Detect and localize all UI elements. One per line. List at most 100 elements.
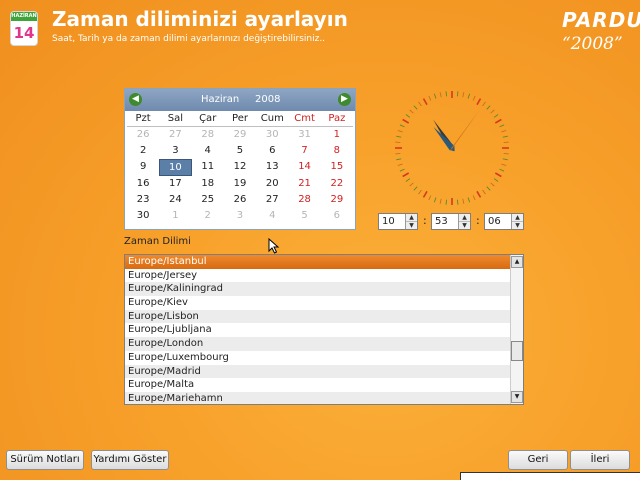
scrollbar-thumb[interactable] xyxy=(511,341,523,361)
spin-up-icon[interactable]: ▲ xyxy=(459,214,470,222)
calendar-day-cell[interactable]: 25 xyxy=(192,192,224,208)
scroll-down-icon[interactable]: ▼ xyxy=(511,391,523,403)
clock-tick xyxy=(462,92,465,98)
calendar-day-cell[interactable]: 27 xyxy=(159,127,191,143)
timezone-item[interactable]: Europe/Kaliningrad xyxy=(125,282,511,297)
timezone-item[interactable]: Europe/Jersey xyxy=(125,269,511,283)
clock-tick xyxy=(502,158,508,161)
calendar-day-cell[interactable]: 12 xyxy=(224,159,256,175)
arrow-right-icon[interactable]: ▶ xyxy=(338,93,351,106)
clock-tick xyxy=(413,186,418,191)
calendar-day-cell[interactable]: 3 xyxy=(159,143,191,159)
clock-tick xyxy=(490,109,495,114)
calendar-day-cell[interactable]: 20 xyxy=(256,176,288,192)
calendar-day-cell[interactable]: 22 xyxy=(321,176,353,192)
clock-tick xyxy=(486,105,491,110)
clock-tick xyxy=(396,135,402,138)
timezone-item[interactable]: Europe/Mariehamn xyxy=(125,391,511,404)
calendar-day-cell[interactable]: 6 xyxy=(321,208,353,224)
clock-tick xyxy=(462,198,465,204)
clock-tick xyxy=(397,129,403,133)
calendar-day-cell[interactable]: 13 xyxy=(256,159,288,175)
calendar-day-cell[interactable]: 2 xyxy=(192,208,224,224)
calendar-day-cell[interactable]: 27 xyxy=(256,192,288,208)
scroll-up-icon[interactable]: ▲ xyxy=(511,256,523,268)
spin-down-icon[interactable]: ▼ xyxy=(406,222,417,230)
release-notes-button[interactable]: Sürüm Notları xyxy=(6,450,84,470)
spin-up-icon[interactable]: ▲ xyxy=(406,214,417,222)
timezone-item[interactable]: Europe/Istanbul xyxy=(125,255,511,269)
timezone-item[interactable]: Europe/London xyxy=(125,337,511,351)
calendar-day-cell[interactable]: 5 xyxy=(288,208,320,224)
calendar-day-cell[interactable]: 30 xyxy=(256,127,288,143)
back-button[interactable]: Geri xyxy=(508,450,568,470)
calendar-day-cell[interactable]: 28 xyxy=(192,127,224,143)
minute-spinbox[interactable]: 53 ▲ ▼ xyxy=(431,213,471,230)
timezone-item[interactable]: Europe/Kiev xyxy=(125,296,511,310)
clock-tick xyxy=(409,182,414,187)
hour-spinbox[interactable]: 10 ▲ ▼ xyxy=(378,213,418,230)
timezone-scrollbar[interactable]: ▲ ▼ xyxy=(510,255,523,404)
timezone-item[interactable]: Europe/Lisbon xyxy=(125,309,511,324)
calendar-day-cell[interactable]: 4 xyxy=(256,208,288,224)
clock-tick xyxy=(395,152,401,155)
arrow-left-icon[interactable]: ◀ xyxy=(129,93,142,106)
calendar-day-cell[interactable]: 9 xyxy=(127,159,159,175)
calendar-day-cell[interactable]: 23 xyxy=(127,192,159,208)
calendar-day-cell[interactable]: 29 xyxy=(224,127,256,143)
clock-tick xyxy=(482,189,486,195)
calendar-day-cell[interactable]: 31 xyxy=(288,127,320,143)
mouse-cursor-icon xyxy=(268,238,280,254)
clock-tick xyxy=(486,186,491,191)
calendar-day-cell[interactable]: 4 xyxy=(192,143,224,159)
clock-tick xyxy=(499,124,505,128)
hour-value: 10 xyxy=(382,216,395,227)
spin-up-icon[interactable]: ▲ xyxy=(512,214,523,222)
next-button[interactable]: İleri xyxy=(570,450,630,470)
calendar-day-cell[interactable]: 17 xyxy=(159,176,191,192)
timezone-item[interactable]: Europe/Ljubljana xyxy=(125,323,511,337)
timezone-item[interactable]: Europe/Luxembourg xyxy=(125,351,511,365)
calendar-day-cell[interactable]: 15 xyxy=(321,159,353,175)
calendar-year[interactable]: 2008 xyxy=(255,94,280,105)
show-help-button[interactable]: Yardımı Göster xyxy=(91,450,169,470)
clock-tick xyxy=(422,98,428,106)
calendar-day-cell[interactable]: 11 xyxy=(192,159,224,175)
calendar-day-cell[interactable]: 1 xyxy=(159,208,191,224)
calendar-day-cell[interactable]: 21 xyxy=(288,176,320,192)
calendar-day-cell[interactable]: 19 xyxy=(224,176,256,192)
calendar-day-cell[interactable]: 2 xyxy=(127,143,159,159)
calendar-day-cell[interactable]: 30 xyxy=(127,208,159,224)
clock-tick xyxy=(428,95,432,101)
second-spinbox[interactable]: 06 ▲ ▼ xyxy=(484,213,524,230)
taskbar-edge xyxy=(460,472,640,480)
calendar-day-cell[interactable]: 14 xyxy=(288,159,320,175)
timezone-item[interactable]: Europe/Madrid xyxy=(125,364,511,379)
spin-down-icon[interactable]: ▼ xyxy=(512,222,523,230)
timezone-list[interactable]: Europe/Istanbul Europe/Jersey Europe/Kalin… xyxy=(124,254,524,405)
calendar-day-cell[interactable]: 18 xyxy=(192,176,224,192)
calendar-day-cell[interactable]: 29 xyxy=(321,192,353,208)
spin-down-icon[interactable]: ▼ xyxy=(459,222,470,230)
second-value: 06 xyxy=(488,216,501,227)
clock-tick xyxy=(445,91,448,97)
calendar-day-cell[interactable]: 6 xyxy=(256,143,288,159)
calendar-day-cell[interactable]: 8 xyxy=(321,143,353,159)
calendar-day-cell[interactable]: 7 xyxy=(288,143,320,159)
calendar-day-cell[interactable]: 28 xyxy=(288,192,320,208)
calendar-day-cell[interactable]: 10 xyxy=(159,159,192,176)
calendar-day-cell[interactable]: 24 xyxy=(159,192,191,208)
calendar-day-cell[interactable]: 26 xyxy=(127,127,159,143)
calendar-day-cell[interactable]: 3 xyxy=(224,208,256,224)
calendar-day-cell[interactable]: 26 xyxy=(224,192,256,208)
timezone-label: Zaman Dilimi xyxy=(124,236,191,247)
calendar-month[interactable]: Haziran xyxy=(201,94,239,105)
clock-tick xyxy=(502,135,508,138)
timezone-item[interactable]: Europe/Malta xyxy=(125,378,511,392)
clock-tick xyxy=(467,93,471,99)
calendar-day-cell[interactable]: 1 xyxy=(321,127,353,143)
calendar-day-cell[interactable]: 16 xyxy=(127,176,159,192)
page-title: Zaman diliminizi ayarlayın xyxy=(52,7,348,31)
calendar-day-cell[interactable]: 5 xyxy=(224,143,256,159)
calendar-app-icon: HAZİRAN 14 xyxy=(10,11,38,46)
